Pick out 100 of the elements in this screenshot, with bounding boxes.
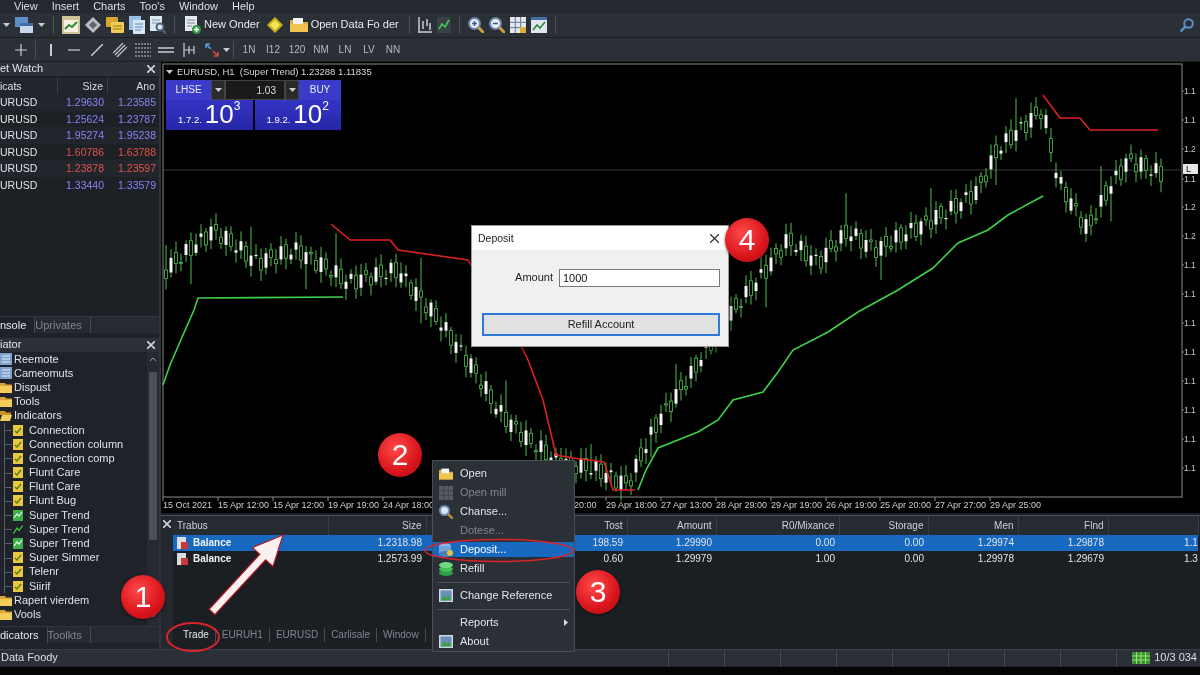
navigator-item[interactable]: Connection	[29, 423, 85, 437]
navigator-item[interactable]: Super Trend	[29, 508, 90, 522]
zoom-out-icon[interactable]	[488, 17, 505, 33]
column-header[interactable]: Size	[328, 516, 426, 535]
navigator-item[interactable]: Reemote	[14, 352, 59, 366]
framed-chart-icon[interactable]	[62, 16, 80, 34]
navigator-item[interactable]: Vools	[14, 607, 41, 621]
timeframe-button[interactable]: LN	[333, 43, 357, 56]
navigator-item[interactable]: Telenr	[29, 565, 59, 579]
menu-item[interactable]: Chanse...	[433, 504, 574, 519]
chart-window-icon[interactable]	[530, 17, 547, 33]
navigator-item[interactable]: Super Trend	[29, 537, 90, 551]
menu-item[interactable]: Reports	[433, 615, 574, 630]
page-search-icon[interactable]	[150, 16, 166, 34]
refill-account-button[interactable]: Refill Account	[482, 313, 720, 336]
timeframe-button[interactable]: LV	[357, 43, 381, 56]
timeframe-button[interactable]: 1N	[237, 43, 261, 56]
bar-chart-icon[interactable]	[417, 17, 432, 33]
column-header[interactable]: R0/Mixance	[716, 516, 839, 535]
volume-field[interactable]: 1.03	[225, 80, 285, 100]
navigator-item[interactable]: Cameomuts	[14, 366, 74, 380]
tab[interactable]: Window	[377, 628, 426, 642]
menu-item[interactable]: About	[433, 634, 574, 649]
crosshair-icon[interactable]	[14, 43, 27, 56]
column-header[interactable]: Trabus	[173, 516, 328, 535]
symbol-name[interactable]: URUSD	[0, 162, 58, 175]
volume-dropdown[interactable]	[211, 80, 225, 100]
tab[interactable]: Uprivates	[35, 317, 91, 333]
dotted-lines-icon[interactable]	[134, 42, 151, 57]
timeframe-button[interactable]: NN	[381, 43, 405, 56]
tab[interactable]: dicators	[0, 627, 48, 643]
menu-item[interactable]: Deposit...	[433, 542, 574, 557]
tab[interactable]: Trade	[177, 628, 216, 642]
menu-item[interactable]: Open	[433, 466, 574, 481]
menu-item[interactable]: Too's	[139, 0, 165, 12]
diamond-icon[interactable]	[266, 17, 283, 33]
navigator-item[interactable]: Connection comp	[29, 451, 115, 465]
search-icon[interactable]	[1180, 18, 1194, 32]
close-icon[interactable]	[710, 233, 719, 243]
navigator-item[interactable]: Dispust	[14, 380, 51, 394]
diamond-icon[interactable]	[85, 17, 101, 33]
horizontal-line-icon[interactable]	[67, 48, 80, 51]
column-header[interactable]: Men	[928, 516, 1018, 535]
navigator-item[interactable]: Connection column	[29, 437, 124, 451]
sell-button[interactable]: LHSE	[166, 80, 211, 100]
line-chart-icon[interactable]	[436, 17, 451, 33]
caret-icon[interactable]	[3, 23, 10, 27]
notes-icon[interactable]	[106, 17, 124, 33]
volume-dropdown[interactable]	[285, 80, 299, 100]
navigator-item[interactable]: Super Simmer	[29, 551, 100, 565]
double-line-icon[interactable]	[157, 46, 174, 53]
navigator-item[interactable]: Rapert vierdem	[14, 593, 90, 607]
navigator-item[interactable]: Tools	[14, 395, 40, 409]
navigator-item[interactable]: Siirif	[29, 579, 51, 593]
vertical-line-icon[interactable]	[49, 43, 52, 56]
navigator-item[interactable]: Flunt Care	[29, 480, 81, 494]
h-shape-icon[interactable]	[182, 42, 195, 57]
pages-icon[interactable]	[129, 16, 145, 34]
tab[interactable]: EURUSD	[269, 628, 326, 642]
amount-field[interactable]: 1000	[559, 269, 720, 287]
menu-item[interactable]: Insert	[51, 0, 80, 12]
caret-icon[interactable]	[166, 69, 173, 74]
parallel-lines-icon[interactable]	[112, 42, 127, 57]
caret-icon[interactable]	[223, 47, 230, 52]
navigator-item[interactable]: Flunt Bug	[29, 494, 77, 508]
navigator-item[interactable]: Indicators	[14, 409, 62, 423]
menu-item[interactable]: Help	[232, 0, 255, 12]
menu-item[interactable]: Charts	[93, 0, 126, 12]
navigator-item[interactable]: Flunt Care	[29, 466, 81, 480]
trend-line-icon[interactable]	[90, 43, 103, 56]
grid-icon[interactable]	[509, 17, 526, 33]
column-header[interactable]: Storage	[839, 516, 928, 535]
zoom-in-icon[interactable]	[467, 17, 484, 33]
tab[interactable]: Toolkts	[47, 627, 91, 643]
buy-button[interactable]: BUY	[299, 80, 341, 100]
tab[interactable]: Carlisale	[325, 628, 378, 642]
column-header[interactable]: Flnd	[1018, 516, 1108, 535]
timeframe-button[interactable]: 120	[285, 43, 309, 56]
timeframe-button[interactable]: NM	[309, 43, 333, 56]
arrows-icon[interactable]	[204, 42, 219, 57]
menu-item[interactable]: Window	[178, 0, 219, 12]
buy-price-button[interactable]: 1.9.2.10$^{2}$	[254, 100, 341, 130]
column-header[interactable]: Amount	[627, 516, 716, 535]
tab[interactable]: EURUH1	[215, 628, 270, 642]
symbol-name[interactable]: URUSD	[0, 96, 58, 109]
menu-item[interactable]: Refill	[433, 561, 574, 576]
menu-item[interactable]: View	[14, 0, 38, 12]
symbol-name[interactable]: URUSD	[0, 129, 58, 142]
symbol-name[interactable]: URUSD	[0, 112, 58, 126]
navigator-item[interactable]: Super Trend	[29, 522, 90, 536]
open-data-folder-button[interactable]: Open Data Fo der	[287, 18, 401, 32]
tab[interactable]: nsole	[0, 317, 36, 333]
sell-price-button[interactable]: 1.7.2.10$^{3}$	[166, 100, 253, 130]
caret-icon[interactable]	[38, 23, 45, 27]
symbol-name[interactable]: URUSD	[0, 145, 58, 159]
symbol-name[interactable]: URUSD	[0, 178, 58, 192]
menu-item[interactable]: Change Reference	[433, 588, 574, 603]
new-order-button[interactable]: New Onder	[183, 16, 262, 34]
windows-icon[interactable]	[15, 17, 33, 33]
column-header[interactable]: Tost	[573, 516, 627, 535]
